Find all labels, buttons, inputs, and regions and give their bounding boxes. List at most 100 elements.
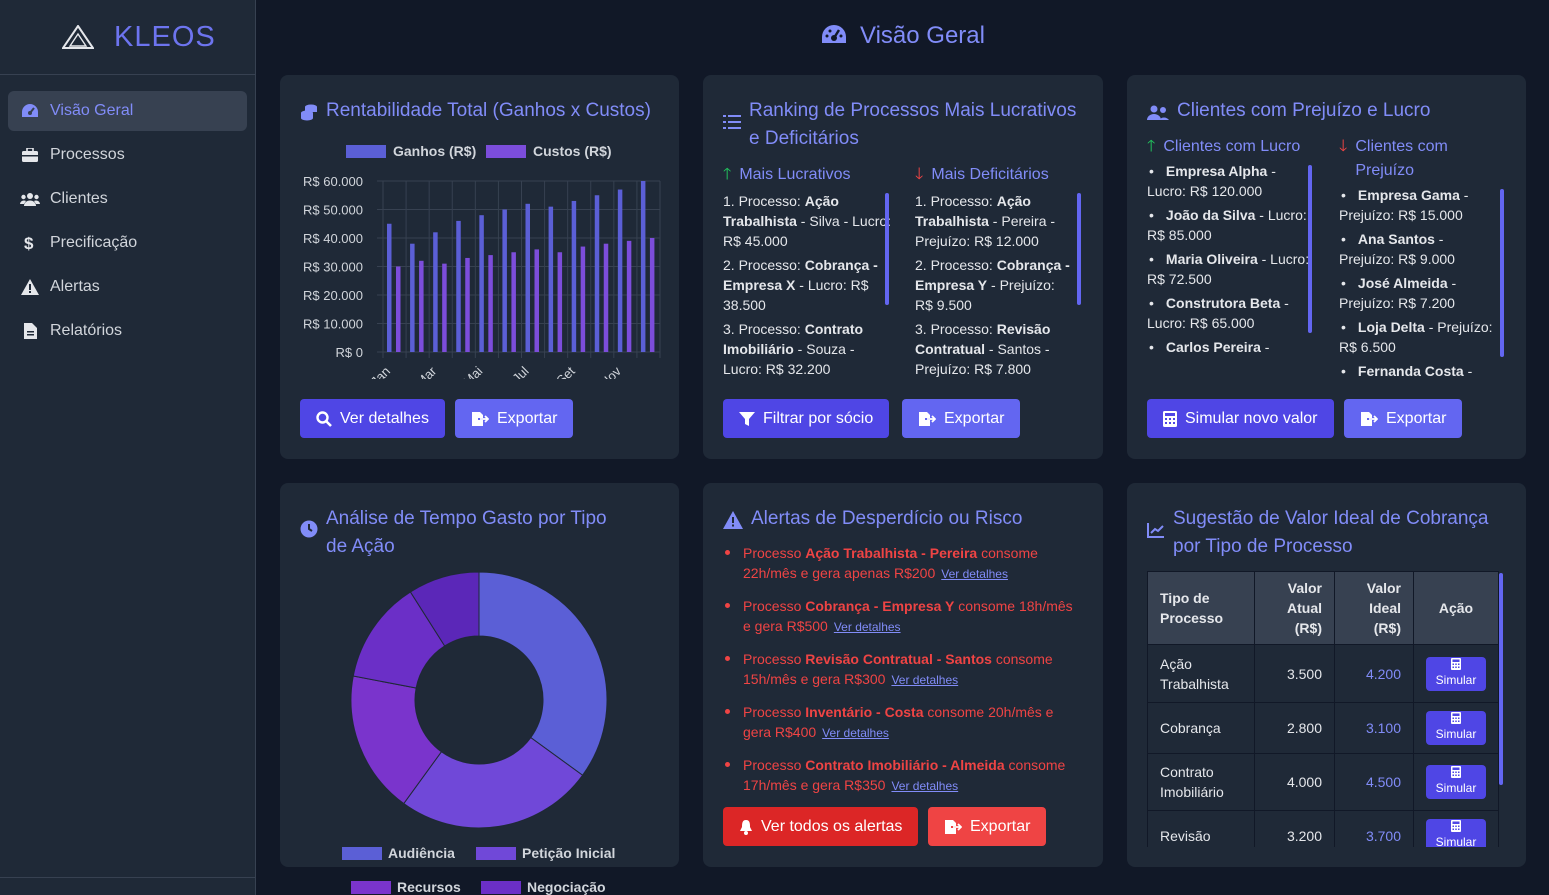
alertas-card: Alertas de Desperdício ou Risco Processo… [703,483,1103,867]
alert-process-name: Inventário - Costa [805,704,924,720]
deficitarios-heading: 🡓 Mais Deficitários [915,163,1075,187]
clientes-lucro-scrollbar[interactable] [1308,165,1312,333]
file-icon [20,321,40,341]
lucrativos-scrollbar[interactable] [885,193,889,305]
sidebar-item-processos[interactable]: Processos [8,135,247,175]
export-icon [1361,411,1378,426]
sugestao-table: Tipo de Processo Valor Atual (R$) Valor … [1147,571,1499,847]
bar-ganhos[interactable] [594,195,600,352]
sidebar-item-clientes[interactable]: Clientes [8,179,247,219]
exportar-button[interactable]: Exportar [902,399,1021,438]
tempo-card: Análise de Tempo Gasto por Tipo de Ação … [280,483,679,895]
legend-label[interactable]: Ganhos (R$) [393,143,476,159]
x-tick-label: Nov [597,363,624,379]
client-name: Ana Santos [1357,231,1435,247]
donut-slice[interactable] [478,571,608,776]
bar-ganhos[interactable] [525,203,531,352]
exportar-label: Exportar [497,409,558,427]
simular-button[interactable]: Simular [1426,711,1486,745]
cell-atual: 3.500 [1254,644,1335,703]
bar-ganhos[interactable] [479,215,484,352]
cell-tipo: Contrato Imobiliário [1147,753,1255,811]
cell-acao: Simular [1413,644,1499,703]
simular-button[interactable]: Simular [1426,656,1486,691]
bar-ganhos[interactable] [456,220,461,352]
bar-custos[interactable] [626,240,632,352]
legend-item[interactable]: Petição Inicial [476,845,615,861]
exportar-button[interactable]: Exportar [1344,399,1463,438]
logo[interactable]: KLEOS [0,0,255,75]
bar-ganhos[interactable] [502,209,507,353]
bar-custos[interactable] [442,263,447,352]
sidebar-item-label: Clientes [50,190,108,207]
bar-custos[interactable] [580,246,586,352]
ver-detalhes-link[interactable]: Ver detalhes [891,779,958,793]
sidebar-item-relatorios[interactable]: Relatórios [8,311,247,351]
lucrativos-column: 🡑 Mais Lucrativos 1. Processo: Ação Traba… [723,163,893,383]
logo-icon [62,25,94,49]
bar-chart: Ganhos (R$) Custos (R$) R$ 60.000 R$ 50.000… [303,143,661,379]
deficitarios-scrollbar[interactable] [1077,193,1081,305]
sidebar-item-alertas[interactable]: Alertas [8,267,247,307]
bar-custos[interactable] [465,257,470,352]
alert-prefix: Processo [743,545,806,561]
legend-item[interactable]: Negociação [481,879,606,895]
export-icon [945,819,962,834]
bar-ganhos[interactable] [617,189,623,352]
alert-item: Processo Inventário - Costa consome 20h/… [723,702,1083,743]
filtrar-socio-button[interactable]: Filtrar por sócio [723,399,890,438]
bar-custos[interactable] [557,252,563,352]
bullet: • [1149,207,1154,223]
bar-custos[interactable] [488,255,493,352]
legend-item[interactable]: Audiência [342,845,455,861]
y-tick-label: R$ 60.000 [303,174,363,189]
table-scrollbar[interactable] [1499,573,1503,785]
alert-prefix: Processo [743,598,806,614]
exportar-button[interactable]: Exportar [455,399,574,438]
bar-custos[interactable] [534,249,540,352]
y-tick-label: R$ 20.000 [303,288,363,303]
legend-item[interactable]: Recursos [351,879,461,895]
bar-ganhos[interactable] [410,243,415,352]
bar-ganhos[interactable] [387,223,392,352]
sidebar-item-precificacao[interactable]: $ Precificação [8,223,247,263]
bar-ganhos[interactable] [571,200,577,352]
bar-ganhos[interactable] [433,232,438,352]
legend-swatch[interactable] [486,145,526,158]
sidebar-item-visao-geral[interactable]: Visão Geral [8,91,247,131]
item-prefix: 3. Processo: [723,321,805,337]
legend-swatch[interactable] [346,145,386,158]
legend-swatch [476,846,516,860]
lucrativos-heading: 🡑 Mais Lucrativos [723,163,893,187]
sidebar-item-label: Processos [50,146,125,163]
calculator-icon [1451,820,1461,832]
bar-ganhos[interactable] [640,181,646,352]
exportar-label: Exportar [944,409,1005,427]
ver-detalhes-link[interactable]: Ver detalhes [891,673,958,687]
simular-label: Simular [1435,727,1477,741]
simular-novo-valor-button[interactable]: Simular novo valor [1147,399,1334,438]
legend-label[interactable]: Custos (R$) [533,143,612,159]
simular-button[interactable]: Simular [1426,765,1486,799]
ver-detalhes-link[interactable]: Ver detalhes [941,567,1008,581]
page-title: Visão Geral [256,22,1549,50]
client-value: - [1260,339,1270,355]
bar-custos[interactable] [649,238,655,352]
bar-custos[interactable] [511,252,516,352]
bar-custos[interactable] [419,260,424,352]
list-item: 3. Processo: Contrato Imobiliário - Souz… [723,319,893,379]
ver-todos-alertas-button[interactable]: Ver todos os alertas [723,807,919,846]
bar-ganhos[interactable] [548,206,554,352]
bar-custos[interactable] [603,243,609,352]
exportar-button[interactable]: Exportar [928,807,1047,846]
table-row: Cobrança 2.800 3.100 Simular [1147,702,1499,754]
ver-detalhes-button[interactable]: Ver detalhes [300,399,445,438]
simular-label: Simular [1435,781,1477,795]
clientes-prejuizo-scrollbar[interactable] [1500,189,1504,357]
ver-detalhes-link[interactable]: Ver detalhes [834,620,901,634]
ver-detalhes-link[interactable]: Ver detalhes [822,726,889,740]
alert-item: Processo Contrato Imobiliário - Almeida … [723,755,1083,796]
simular-button[interactable]: Simular [1426,819,1486,847]
clock-icon [300,520,318,538]
bar-custos[interactable] [396,266,401,353]
